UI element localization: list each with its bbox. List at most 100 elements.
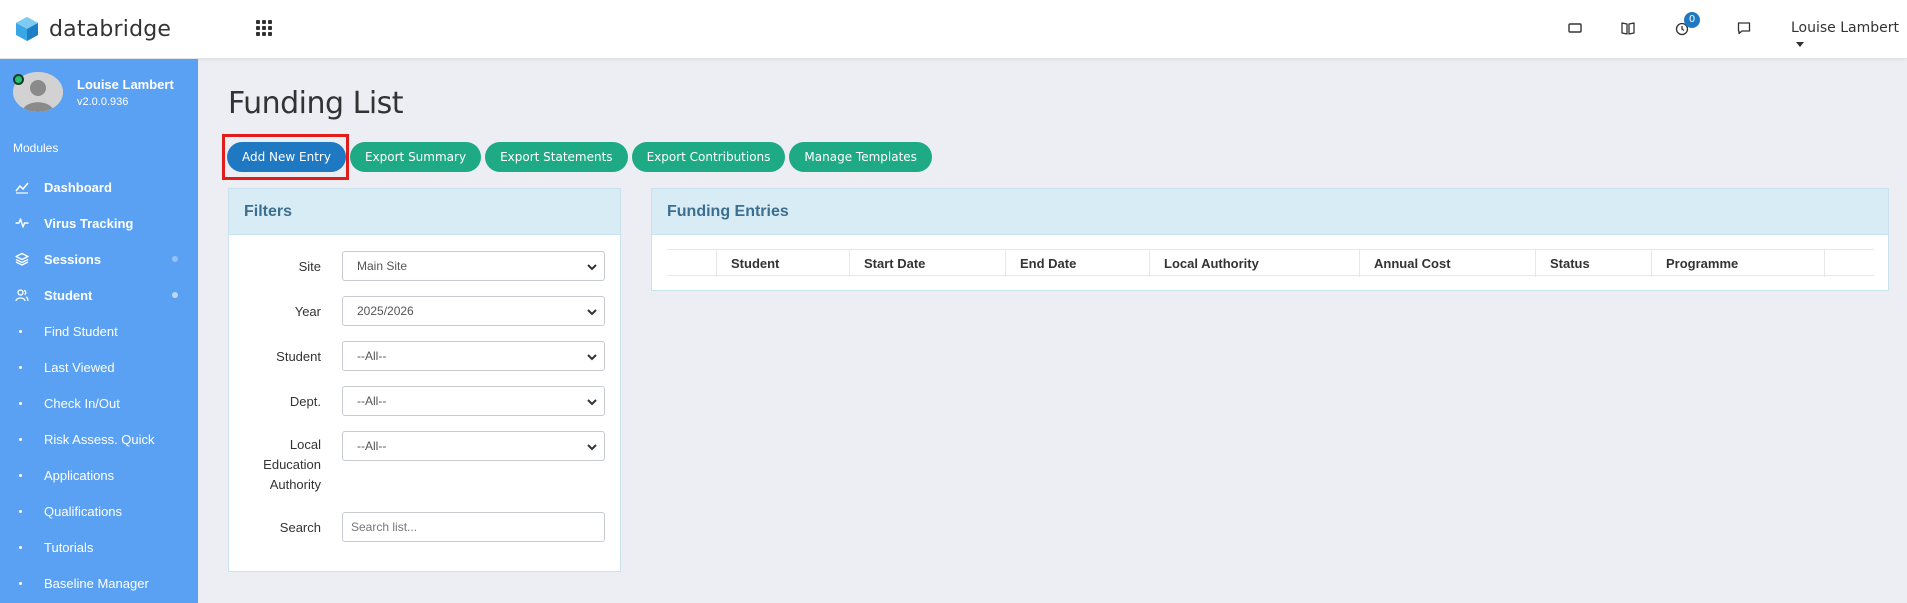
column-select[interactable]	[667, 250, 716, 277]
databridge-logo-icon	[16, 17, 38, 41]
book-icon[interactable]	[1618, 18, 1638, 38]
year-label: Year	[294, 304, 321, 319]
sidebar-subitem-label: Find Student	[44, 323, 118, 339]
export-contributions-button[interactable]: Export Contributions	[631, 142, 786, 172]
sidebar-subitem-find-student[interactable]: Find Student	[0, 313, 198, 349]
sidebar-item-label: Student	[44, 287, 93, 303]
student-label: Student	[276, 349, 321, 364]
chart-line-icon	[14, 179, 30, 195]
sidebar-subitem-label: Qualifications	[44, 503, 123, 519]
column-header-end-date[interactable]: End Date	[1005, 250, 1149, 277]
sidebar-subitem-risk-assess-quick[interactable]: Risk Assess. Quick	[0, 421, 198, 457]
online-status-indicator	[13, 74, 24, 85]
manage-templates-button[interactable]: Manage Templates	[789, 142, 932, 172]
search-input[interactable]	[342, 512, 605, 542]
bullet-icon	[19, 401, 22, 405]
student-select-value: --All--	[357, 349, 387, 363]
page-title: Funding List	[228, 86, 404, 121]
site-select[interactable]: Main Site	[342, 251, 605, 281]
user-menu-label: Louise Lambert	[1791, 20, 1900, 36]
year-select-value: 2025/2026	[357, 304, 414, 318]
site-label: Site	[298, 259, 321, 274]
app-version: v2.0.0.936	[77, 96, 129, 108]
caret-down-icon	[1796, 41, 1804, 47]
expand-indicator-icon	[172, 292, 178, 298]
sidebar-subitem-label: Last Viewed	[44, 359, 115, 375]
sidebar-subitem-tutorials[interactable]: Tutorials	[0, 529, 198, 565]
sidebar-item-virus-tracking[interactable]: Virus Tracking	[0, 205, 198, 241]
lea-select[interactable]: --All--	[342, 431, 605, 461]
notification-badge: 0	[1684, 12, 1700, 28]
top-bar: databridge 0 Louise Lambert	[0, 0, 1907, 59]
filters-panel: Filters Site Main Site Year 2025/2026 St…	[228, 188, 621, 572]
modules-label: Modules	[13, 141, 59, 155]
users-icon	[14, 287, 30, 303]
profile: Louise Lambert v2.0.0.936	[13, 72, 193, 116]
sidebar-subitem-qualifications[interactable]: Qualifications	[0, 493, 198, 529]
add-new-entry-button[interactable]: Add New Entry	[227, 142, 346, 172]
funding-entries-panel: Funding Entries Student Start Date End D…	[651, 188, 1889, 291]
sidebar-item-label: Virus Tracking	[44, 215, 134, 231]
sidebar-item-label: Sessions	[44, 251, 102, 267]
bullet-icon	[19, 437, 22, 441]
user-menu[interactable]: Louise Lambert	[1791, 20, 1907, 52]
chevron-down-icon	[587, 264, 597, 271]
sidebar-item-student[interactable]: Student	[0, 277, 198, 313]
bullet-icon	[19, 473, 22, 477]
dept-select-value: --All--	[357, 394, 387, 408]
filters-title: Filters	[229, 189, 620, 235]
sidebar-subitem-last-viewed[interactable]: Last Viewed	[0, 349, 198, 385]
sidebar-subitem-check-in-out[interactable]: Check In/Out	[0, 385, 198, 421]
sidebar-subitem-label: Check In/Out	[44, 395, 120, 411]
bullet-icon	[19, 509, 22, 513]
lea-select-value: --All--	[357, 439, 387, 453]
year-select[interactable]: 2025/2026	[342, 296, 605, 326]
screen-icon[interactable]	[1565, 18, 1585, 38]
bullet-icon	[19, 581, 22, 585]
sidebar-item-dashboard[interactable]: Dashboard	[0, 169, 198, 205]
expand-indicator-icon	[172, 256, 178, 262]
sidebar-subitem-applications[interactable]: Applications	[0, 457, 198, 493]
column-header-status[interactable]: Status	[1535, 250, 1651, 277]
action-toolbar: Add New Entry Export Summary Export Stat…	[227, 142, 936, 172]
funding-entries-title: Funding Entries	[652, 189, 1888, 235]
profile-name: Louise Lambert	[77, 77, 174, 92]
column-header-programme[interactable]: Programme	[1651, 250, 1824, 277]
sidebar-item-label: Dashboard	[44, 179, 112, 195]
sidebar-item-sessions[interactable]: Sessions	[0, 241, 198, 277]
dept-label: Dept.	[289, 394, 321, 409]
column-header-student[interactable]: Student	[716, 250, 849, 277]
sidebar-subitem-label: Tutorials	[44, 539, 94, 555]
chevron-down-icon	[587, 399, 597, 406]
student-select[interactable]: --All--	[342, 341, 605, 371]
export-statements-button[interactable]: Export Statements	[485, 142, 628, 172]
sidebar-subitem-baseline-manager[interactable]: Baseline Manager	[0, 565, 198, 601]
chat-icon[interactable]	[1734, 18, 1754, 38]
column-header-annual-cost[interactable]: Annual Cost	[1359, 250, 1535, 277]
funding-table-header: Student Start Date End Date Local Author…	[667, 249, 1874, 277]
pulse-icon	[14, 215, 30, 231]
lea-label: Local Education Authority	[263, 437, 321, 492]
bullet-icon	[19, 365, 22, 369]
site-select-value: Main Site	[357, 259, 408, 273]
chevron-down-icon	[587, 444, 597, 451]
chevron-down-icon	[587, 354, 597, 361]
brand-logo[interactable]: databridge	[14, 16, 171, 42]
clock-icon[interactable]: 0	[1672, 12, 1700, 38]
dept-select[interactable]: --All--	[342, 386, 605, 416]
sidebar-subitem-label: Applications	[44, 467, 115, 483]
brand-name: databridge	[49, 16, 172, 42]
column-actions[interactable]	[1824, 250, 1874, 277]
chevron-down-icon	[587, 309, 597, 316]
apps-grid-icon[interactable]	[256, 20, 272, 36]
search-label: Search	[279, 520, 321, 535]
sidebar-subitem-label: Baseline Manager	[44, 575, 149, 591]
column-header-local-authority[interactable]: Local Authority	[1149, 250, 1359, 277]
export-summary-button[interactable]: Export Summary	[349, 142, 482, 172]
sidebar: Louise Lambert v2.0.0.936 Modules Dashbo…	[0, 59, 198, 603]
bullet-icon	[19, 545, 22, 549]
column-header-start-date[interactable]: Start Date	[849, 250, 1005, 277]
bullet-icon	[19, 329, 22, 333]
sidebar-nav: Dashboard Virus Tracking Sessions Studen…	[0, 169, 198, 601]
sidebar-subitem-label: Risk Assess. Quick	[44, 431, 155, 447]
